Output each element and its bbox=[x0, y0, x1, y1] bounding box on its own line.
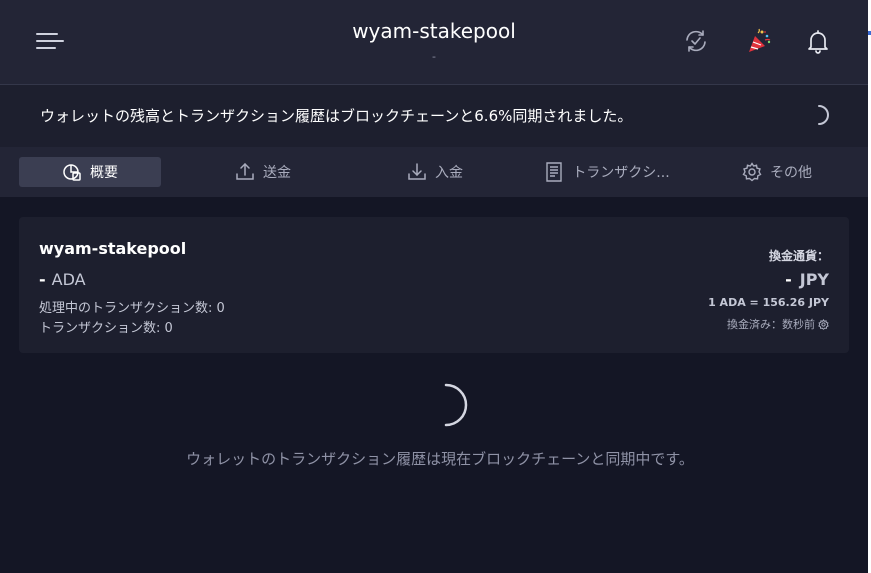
top-bar: wyam-stakepool - bbox=[0, 0, 868, 85]
wallet-app: wyam-stakepool - ウォレットの残高とトランザクション履歴はブロッ… bbox=[0, 0, 868, 573]
tab-label: 概要 bbox=[90, 165, 118, 181]
tab-receive[interactable]: 入金 bbox=[360, 157, 510, 187]
loading-spinner-icon bbox=[444, 383, 468, 427]
converted-unit: JPY bbox=[799, 270, 829, 289]
celebration-icon[interactable] bbox=[746, 28, 772, 54]
tab-transactions[interactable]: トランザクシ... bbox=[527, 157, 687, 187]
sync-banner: ウォレットの残高とトランザクション履歴はブロックチェーンと6.6%同期されました… bbox=[0, 85, 868, 147]
tab-summary[interactable]: 概要 bbox=[19, 157, 161, 187]
pending-transactions: 処理中のトランザクション数: 0 bbox=[39, 301, 225, 316]
ada-amount: - bbox=[39, 270, 46, 289]
conversion-label: 換金通貨： bbox=[768, 249, 829, 263]
conversion-updated-text: 換金済み：数秒前 bbox=[727, 318, 815, 331]
sync-status-message: ウォレットのトランザクション履歴は現在ブロックチェーンと同期中です。 bbox=[186, 450, 694, 468]
tab-label: 送金 bbox=[263, 165, 291, 181]
download-icon bbox=[408, 163, 426, 180]
tab-label: その他 bbox=[770, 165, 812, 181]
wallet-subtitle: - bbox=[432, 50, 436, 63]
bell-icon[interactable] bbox=[805, 28, 831, 54]
loading-spinner-icon bbox=[818, 105, 829, 125]
transaction-count: トランザクション数: 0 bbox=[39, 321, 173, 336]
summary-icon bbox=[63, 164, 81, 181]
tab-send[interactable]: 送金 bbox=[188, 157, 338, 187]
exchange-rate: 1 ADA = 156.26 JPY bbox=[708, 296, 829, 309]
converted-balance: - JPY bbox=[785, 270, 829, 289]
ada-unit: ADA bbox=[51, 270, 86, 289]
wallet-nav-tabs: 概要 送金 入金 トランザクシ... その他 bbox=[0, 147, 868, 197]
wallet-summary-card: wyam-stakepool - ADA 処理中のトランザクション数: 0 トラン… bbox=[19, 217, 849, 353]
upload-icon bbox=[236, 162, 254, 180]
receipt-icon bbox=[546, 162, 563, 182]
tab-more[interactable]: その他 bbox=[712, 157, 842, 187]
tab-label: 入金 bbox=[435, 165, 463, 181]
ada-balance: - ADA bbox=[39, 270, 86, 289]
summary-wallet-name: wyam-stakepool bbox=[39, 239, 187, 258]
wallet-title: wyam-stakepool bbox=[352, 19, 516, 43]
gear-icon bbox=[818, 318, 829, 330]
converted-amount: - bbox=[785, 270, 792, 289]
conversion-updated[interactable]: 換金済み：数秒前 bbox=[727, 316, 829, 332]
gear-icon bbox=[742, 162, 762, 182]
sync-banner-text: ウォレットの残高とトランザクション履歴はブロックチェーンと6.6%同期されました… bbox=[40, 107, 633, 125]
tab-label: トランザクシ... bbox=[572, 165, 670, 181]
sync-status-icon[interactable] bbox=[683, 28, 709, 54]
